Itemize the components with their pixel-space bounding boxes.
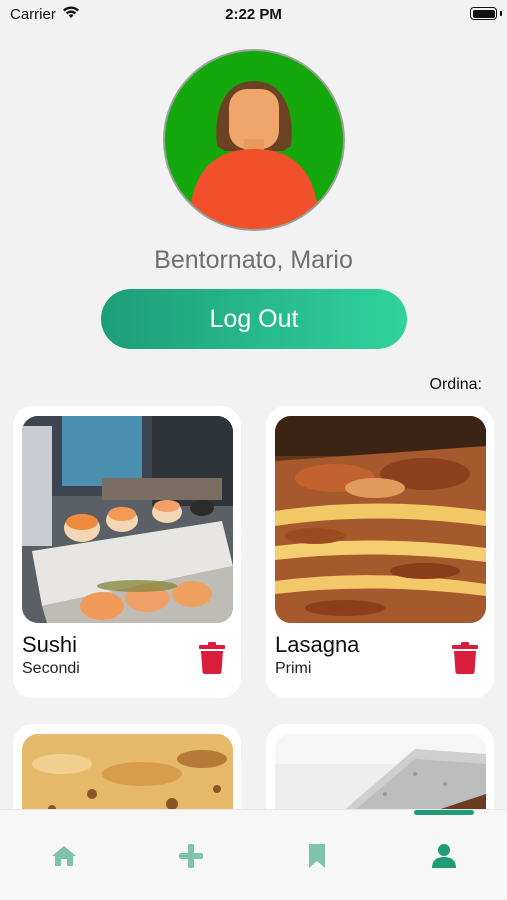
tab-add[interactable]: [171, 836, 211, 876]
plus-icon: [179, 844, 203, 868]
recipe-name: Lasagna: [275, 632, 360, 657]
delete-button[interactable]: [452, 642, 478, 674]
tab-selected-indicator: [414, 810, 474, 815]
battery-tip: [500, 11, 502, 16]
recipe-name: Sushi: [22, 632, 78, 657]
person-icon: [432, 844, 456, 868]
profile-avatar: [163, 49, 345, 231]
recipe-category: Secondi: [22, 660, 80, 677]
recipe-category: Primi: [275, 660, 312, 677]
tab-home[interactable]: [44, 836, 84, 876]
status-bar: Carrier 2:22 PM: [0, 0, 507, 30]
tab-bookmark[interactable]: [297, 836, 337, 876]
sort-button[interactable]: Ordina:: [430, 376, 482, 394]
recipe-card[interactable]: Lasagna Primi: [266, 406, 494, 698]
app-screen: Carrier 2:22 PM Bentornato, Mario Log Ou…: [0, 0, 507, 900]
lasagna-photo: [275, 416, 486, 623]
person-avatar-icon: [189, 81, 319, 229]
delete-button[interactable]: [199, 642, 225, 674]
bookmark-icon: [309, 844, 325, 868]
trash-icon: [199, 642, 225, 674]
trash-icon: [452, 642, 478, 674]
logout-button[interactable]: Log Out: [101, 289, 407, 349]
home-icon: [52, 846, 76, 866]
tab-bar: [0, 810, 507, 900]
clock: 2:22 PM: [225, 6, 282, 23]
battery-icon: [470, 7, 497, 20]
sushi-photo: [22, 416, 233, 623]
tab-profile[interactable]: [424, 836, 464, 876]
recipe-card[interactable]: Sushi Secondi: [13, 406, 241, 698]
greeting-text: Bentornato, Mario: [154, 246, 353, 274]
